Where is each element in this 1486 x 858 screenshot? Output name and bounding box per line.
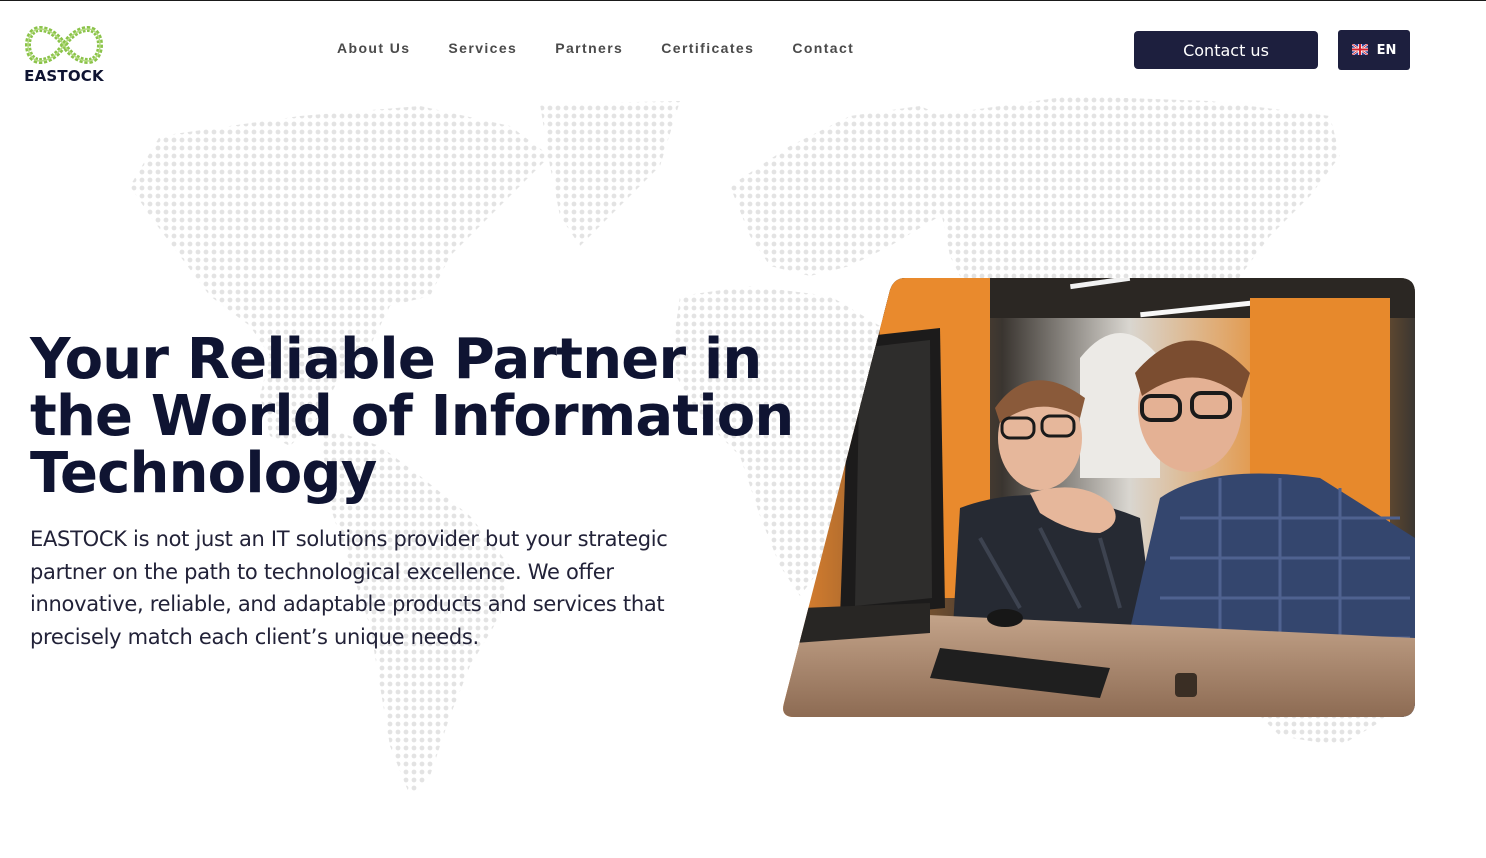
- infinity-icon: [18, 25, 110, 65]
- office-team-photo: [783, 278, 1415, 717]
- nav-about-us[interactable]: About Us: [337, 40, 410, 56]
- nav-certificates[interactable]: Certificates: [661, 40, 754, 56]
- brand-name: EASTOCK: [24, 67, 104, 85]
- hero-description: EASTOCK is not just an IT solutions prov…: [30, 527, 668, 649]
- nav-partners[interactable]: Partners: [555, 40, 623, 56]
- main-nav: About Us Services Partners Certificates …: [337, 40, 854, 56]
- contact-us-button[interactable]: Contact us: [1134, 31, 1318, 69]
- language-selector[interactable]: EN: [1338, 30, 1410, 70]
- nav-services[interactable]: Services: [448, 40, 517, 56]
- uk-flag-icon: [1350, 42, 1369, 58]
- page: EASTOCK About Us Services Partners Certi…: [0, 0, 1486, 858]
- language-code: EN: [1376, 42, 1397, 58]
- hero-title: Your Reliable Partner in the World of In…: [30, 327, 794, 506]
- nav-contact[interactable]: Contact: [792, 40, 854, 56]
- brand-logo[interactable]: EASTOCK: [18, 25, 110, 85]
